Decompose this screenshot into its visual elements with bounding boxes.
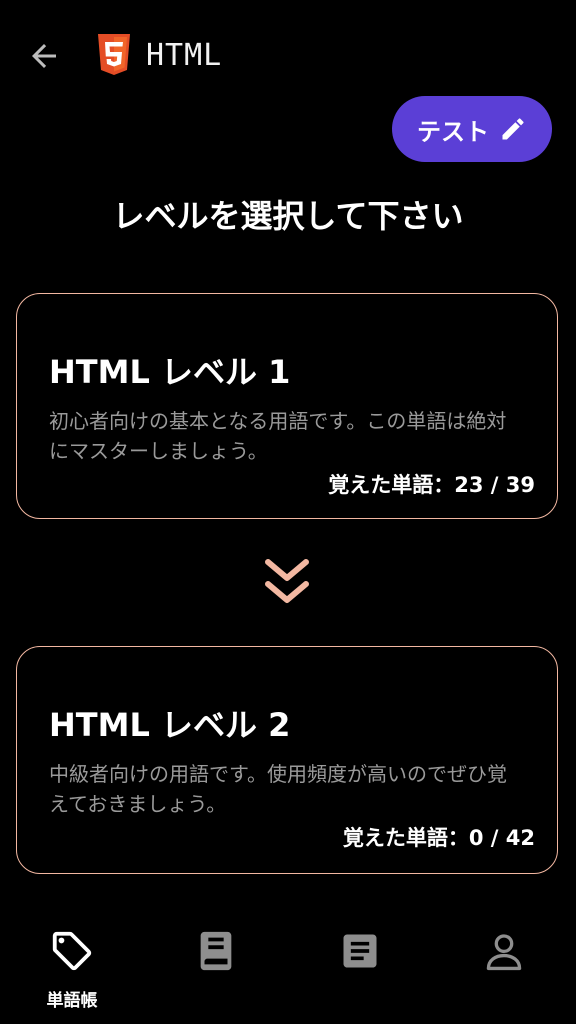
nav-item-profile[interactable]: [432, 914, 576, 1024]
note-icon: [343, 934, 377, 968]
back-button[interactable]: [24, 36, 64, 76]
level-card-1[interactable]: HTML レベル 1 初心者向けの基本となる用語です。この単語は絶対にマスターし…: [16, 293, 558, 519]
app-title: HTML: [146, 38, 223, 73]
nav-item-book[interactable]: [144, 914, 288, 1024]
level-description: 中級者向けの用語です。使用頻度が高いのでぜひ覚えておきましょう。: [49, 762, 507, 816]
test-button[interactable]: テスト: [392, 96, 552, 162]
html5-logo-icon: [98, 34, 130, 75]
app-header: HTML: [0, 0, 576, 110]
level-description: 初心者向けの基本となる用語です。この単語は絶対にマスターしましょう。: [49, 409, 507, 463]
level-progress: 覚えた単語：0 / 42: [342, 826, 535, 850]
nav-item-notes[interactable]: [288, 914, 432, 1024]
nav-label: 単語帳: [46, 991, 98, 1011]
double-chevron-down-icon: [265, 559, 309, 603]
bottom-nav: 単語帳: [0, 914, 576, 1024]
arrow-left-icon: [32, 44, 56, 68]
person-icon: [486, 934, 522, 971]
test-button-label: テスト: [417, 117, 489, 146]
tag-icon: [52, 931, 92, 971]
level-title: HTML レベル 1: [49, 353, 291, 391]
level-title: HTML レベル 2: [49, 706, 291, 744]
pencil-icon: [502, 118, 524, 140]
nav-item-wordbook[interactable]: 単語帳: [0, 914, 144, 1024]
level-card-2[interactable]: HTML レベル 2 中級者向けの用語です。使用頻度が高いのでぜひ覚えておきまし…: [16, 646, 558, 874]
book-icon: [200, 931, 232, 971]
level-progress: 覚えた単語：23 / 39: [328, 473, 535, 497]
page-title: レベルを選択して下さい: [112, 197, 464, 235]
